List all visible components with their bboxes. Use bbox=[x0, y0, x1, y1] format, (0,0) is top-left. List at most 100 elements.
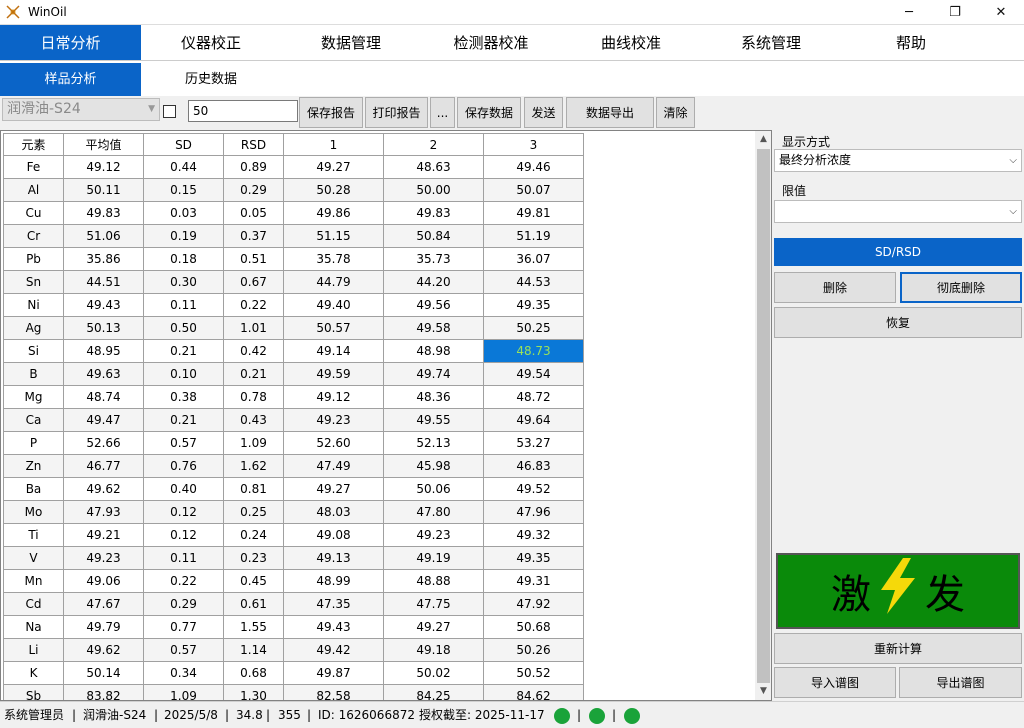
table-cell[interactable]: 49.27 bbox=[383, 615, 484, 639]
table-cell[interactable]: 48.63 bbox=[383, 155, 484, 179]
table-cell[interactable]: 49.40 bbox=[283, 293, 384, 317]
menu-instrument-correction[interactable]: 仪器校正 bbox=[141, 25, 281, 61]
table-cell[interactable]: 0.57 bbox=[143, 638, 224, 662]
tab-history-data[interactable]: 历史数据 bbox=[141, 63, 281, 96]
scroll-down-icon[interactable]: ▼ bbox=[755, 683, 771, 700]
table-row[interactable]: Pb 35.86 0.18 0.51 35.78 35.73 36.07 bbox=[3, 247, 584, 271]
table-cell[interactable]: 48.74 bbox=[63, 385, 144, 409]
table-cell[interactable]: 51.15 bbox=[283, 224, 384, 248]
table-cell[interactable]: 48.72 bbox=[483, 385, 584, 409]
menu-curve-calibration[interactable]: 曲线校准 bbox=[561, 25, 701, 61]
table-cell[interactable]: 52.60 bbox=[283, 431, 384, 455]
table-cell[interactable]: 50.13 bbox=[63, 316, 144, 340]
table-cell[interactable]: 49.21 bbox=[63, 523, 144, 547]
maximize-icon[interactable]: ❐ bbox=[932, 0, 978, 24]
save-data-button[interactable]: 保存数据 bbox=[457, 97, 521, 128]
table-row[interactable]: Ti 49.21 0.12 0.24 49.08 49.23 49.32 bbox=[3, 523, 584, 547]
table-cell[interactable]: 49.46 bbox=[483, 155, 584, 179]
table-cell[interactable]: 49.74 bbox=[383, 362, 484, 386]
table-row[interactable]: Cu 49.83 0.03 0.05 49.86 49.83 49.81 bbox=[3, 201, 584, 225]
table-cell[interactable]: 49.23 bbox=[283, 408, 384, 432]
table-cell[interactable]: 1.55 bbox=[223, 615, 284, 639]
table-cell[interactable]: 49.27 bbox=[283, 155, 384, 179]
table-cell[interactable]: 0.21 bbox=[143, 408, 224, 432]
table-cell[interactable]: 0.68 bbox=[223, 661, 284, 685]
table-cell[interactable]: B bbox=[3, 362, 64, 386]
sample-select[interactable]: 润滑油-S24 ▼ bbox=[2, 98, 160, 121]
table-cell[interactable]: 44.79 bbox=[283, 270, 384, 294]
table-cell[interactable]: 49.42 bbox=[283, 638, 384, 662]
table-cell[interactable]: 0.43 bbox=[223, 408, 284, 432]
table-cell[interactable]: 48.98 bbox=[383, 339, 484, 363]
table-cell[interactable]: 0.89 bbox=[223, 155, 284, 179]
export-data-button[interactable]: 数据导出 bbox=[566, 97, 654, 128]
column-header[interactable]: 1 bbox=[283, 133, 384, 156]
table-cell[interactable]: 0.51 bbox=[223, 247, 284, 271]
table-cell[interactable]: 48.03 bbox=[283, 500, 384, 524]
table-cell[interactable]: 49.54 bbox=[483, 362, 584, 386]
table-cell[interactable]: 49.12 bbox=[283, 385, 384, 409]
export-spectrum-button[interactable]: 导出谱图 bbox=[899, 667, 1022, 698]
recalculate-button[interactable]: 重新计算 bbox=[774, 633, 1022, 664]
table-row[interactable]: P 52.66 0.57 1.09 52.60 52.13 53.27 bbox=[3, 431, 584, 455]
table-cell[interactable]: 49.62 bbox=[63, 638, 144, 662]
table-cell[interactable]: 49.58 bbox=[383, 316, 484, 340]
table-cell[interactable]: Ag bbox=[3, 316, 64, 340]
column-header[interactable]: 3 bbox=[483, 133, 584, 156]
table-scrollbar[interactable]: ▲ ▼ bbox=[755, 131, 771, 700]
table-cell[interactable]: 49.63 bbox=[63, 362, 144, 386]
table-cell[interactable]: Li bbox=[3, 638, 64, 662]
table-cell[interactable]: 84.62 bbox=[483, 684, 584, 700]
table-cell[interactable]: 53.27 bbox=[483, 431, 584, 455]
table-cell[interactable]: 49.83 bbox=[63, 201, 144, 225]
table-cell[interactable]: Mg bbox=[3, 385, 64, 409]
table-cell[interactable]: Cd bbox=[3, 592, 64, 616]
restore-button[interactable]: 恢复 bbox=[774, 307, 1022, 338]
table-cell[interactable]: Ti bbox=[3, 523, 64, 547]
table-cell[interactable]: 36.07 bbox=[483, 247, 584, 271]
table-cell[interactable]: Pb bbox=[3, 247, 64, 271]
table-cell[interactable]: 1.09 bbox=[143, 684, 224, 700]
table-cell[interactable]: 50.14 bbox=[63, 661, 144, 685]
table-cell[interactable]: 0.67 bbox=[223, 270, 284, 294]
table-cell[interactable]: 49.35 bbox=[483, 293, 584, 317]
table-row[interactable]: Ca 49.47 0.21 0.43 49.23 49.55 49.64 bbox=[3, 408, 584, 432]
table-cell[interactable]: 49.43 bbox=[283, 615, 384, 639]
table-cell[interactable]: 47.35 bbox=[283, 592, 384, 616]
table-cell[interactable]: 49.87 bbox=[283, 661, 384, 685]
table-cell[interactable]: 49.79 bbox=[63, 615, 144, 639]
table-cell[interactable]: 50.52 bbox=[483, 661, 584, 685]
table-cell[interactable]: 44.53 bbox=[483, 270, 584, 294]
table-cell[interactable]: 50.06 bbox=[383, 477, 484, 501]
table-cell[interactable]: 51.06 bbox=[63, 224, 144, 248]
table-row[interactable]: Na 49.79 0.77 1.55 49.43 49.27 50.68 bbox=[3, 615, 584, 639]
table-row[interactable]: K 50.14 0.34 0.68 49.87 50.02 50.52 bbox=[3, 661, 584, 685]
table-cell[interactable]: 49.35 bbox=[483, 546, 584, 570]
table-cell[interactable]: 0.24 bbox=[223, 523, 284, 547]
table-row[interactable]: Zn 46.77 0.76 1.62 47.49 45.98 46.83 bbox=[3, 454, 584, 478]
table-cell[interactable]: 0.21 bbox=[143, 339, 224, 363]
table-cell[interactable]: Sn bbox=[3, 270, 64, 294]
table-cell[interactable]: 0.22 bbox=[223, 293, 284, 317]
table-cell[interactable]: 49.23 bbox=[383, 523, 484, 547]
table-cell[interactable]: 0.11 bbox=[143, 293, 224, 317]
table-cell[interactable]: 51.19 bbox=[483, 224, 584, 248]
table-cell[interactable]: K bbox=[3, 661, 64, 685]
table-cell[interactable]: 1.30 bbox=[223, 684, 284, 700]
save-report-button[interactable]: 保存报告 bbox=[299, 97, 363, 128]
table-cell[interactable]: 49.23 bbox=[63, 546, 144, 570]
table-cell[interactable]: 0.03 bbox=[143, 201, 224, 225]
table-cell[interactable]: Mn bbox=[3, 569, 64, 593]
table-cell[interactable]: 1.01 bbox=[223, 316, 284, 340]
table-row[interactable]: Sn 44.51 0.30 0.67 44.79 44.20 44.53 bbox=[3, 270, 584, 294]
table-cell[interactable]: 49.08 bbox=[283, 523, 384, 547]
table-cell[interactable]: 49.12 bbox=[63, 155, 144, 179]
menu-system-management[interactable]: 系统管理 bbox=[701, 25, 841, 61]
table-cell[interactable]: 49.56 bbox=[383, 293, 484, 317]
table-cell[interactable]: 0.76 bbox=[143, 454, 224, 478]
table-cell[interactable]: Cu bbox=[3, 201, 64, 225]
table-cell[interactable]: 1.09 bbox=[223, 431, 284, 455]
table-cell[interactable]: 47.92 bbox=[483, 592, 584, 616]
table-cell[interactable]: 49.14 bbox=[283, 339, 384, 363]
menu-data-management[interactable]: 数据管理 bbox=[281, 25, 421, 61]
